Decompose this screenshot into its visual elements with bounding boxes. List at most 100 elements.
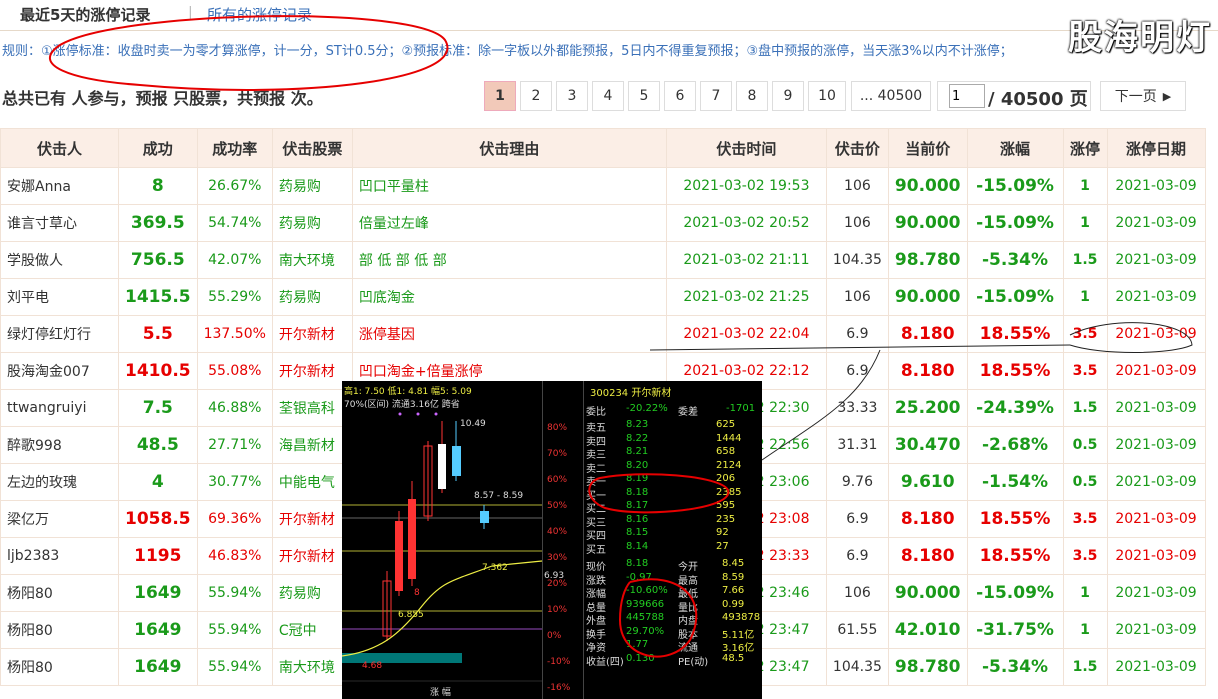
rules-text: 规则：①涨停标准：收盘时卖一为零才算涨停，计一分，ST计0.5分；②预报标准：除… — [2, 44, 1013, 59]
tab-recent-limit-up[interactable]: 最近5天的涨停记录 — [20, 4, 150, 25]
cell-stock[interactable]: 药易购 — [271, 167, 353, 205]
kline-label-bottom: 4.68 — [362, 661, 383, 671]
cell-user[interactable]: 杨阳80 — [0, 648, 119, 686]
page-total: / 40500 页 — [988, 89, 1088, 110]
stat-row: 涨跌 -0.97 最高 8.59 — [586, 572, 758, 587]
cell-stock[interactable]: 南大环境 — [271, 648, 353, 686]
col-time[interactable]: 伏击时间 — [665, 128, 827, 168]
page-button[interactable]: 5 — [628, 81, 660, 111]
cell-date: 2021-03-09 — [1106, 352, 1206, 390]
cell-stock[interactable]: 开尔新材 — [271, 500, 353, 538]
cell-change: 18.55% — [966, 500, 1064, 538]
cell-date: 2021-03-09 — [1106, 537, 1206, 575]
cell-user[interactable]: ttwangruiyi — [0, 389, 119, 427]
page-button[interactable]: 6 — [664, 81, 696, 111]
col-limit[interactable]: 涨停 — [1062, 128, 1108, 168]
order-cell: 买五 — [586, 544, 606, 556]
cell-user[interactable]: 杨阳80 — [0, 611, 119, 649]
col-price[interactable]: 伏击价 — [825, 128, 889, 168]
percent-tick: 70% — [547, 449, 568, 459]
col-rate[interactable]: 成功率 — [196, 128, 273, 168]
col-reason[interactable]: 伏击理由 — [351, 128, 667, 168]
col-date[interactable]: 涨停日期 — [1106, 128, 1206, 168]
cell-stock[interactable]: C冠中 — [271, 611, 353, 649]
cell-change: 18.55% — [966, 352, 1064, 390]
page-button[interactable]: 8 — [736, 81, 768, 111]
tab-all-limit-up[interactable]: 所有的涨停记录 — [207, 4, 312, 25]
cell-stock[interactable]: 南大环境 — [271, 241, 353, 279]
page-number-input[interactable] — [949, 84, 985, 108]
table-row: 谁言寸草心 369.5 54.74% 药易购 倍量过左峰 2021-03-02 20:52… — [0, 204, 1206, 242]
stat-row: 换手 29.70% 股本 5.11亿 — [586, 626, 758, 641]
cell-stock[interactable]: 海昌新材 — [271, 426, 353, 464]
cell-stock[interactable]: 开尔新材 — [271, 352, 353, 390]
cell-date: 2021-03-09 — [1106, 426, 1206, 464]
cell-reason: 涨停基因 — [351, 315, 667, 353]
cell-user[interactable]: ljb2383 — [0, 537, 119, 575]
cell-stock[interactable]: 中能电气 — [271, 463, 353, 501]
cell-user[interactable]: 醉歌998 — [0, 426, 119, 464]
page-button-last[interactable]: ... 40500 — [851, 81, 931, 111]
cell-date: 2021-03-09 — [1106, 611, 1206, 649]
cell-user[interactable]: 梁亿万 — [0, 500, 119, 538]
cell-price: 33.33 — [825, 389, 889, 427]
kline-label-b: 8 — [414, 588, 420, 598]
col-current[interactable]: 当前价 — [887, 128, 968, 168]
col-user[interactable]: 伏击人 — [0, 128, 119, 168]
kline-label-ma: 7.362 — [482, 563, 508, 573]
cell-user[interactable]: 绿灯停红灯行 — [0, 315, 119, 353]
page-button[interactable]: 9 — [772, 81, 804, 111]
summary-text: 总共已有 人参与，预报 只股票，共预报 次。 — [2, 89, 323, 108]
cell-user[interactable]: 学股做人 — [0, 241, 119, 279]
cell-success: 8 — [118, 167, 198, 205]
cell-user[interactable]: 杨阳80 — [0, 574, 119, 612]
table-row: 刘平电 1415.5 55.29% 药易购 凹底淘金 2021-03-02 21:25 10… — [0, 278, 1206, 316]
cell-user[interactable]: 股海淘金007 — [0, 352, 119, 390]
cell-stock[interactable]: 开尔新材 — [271, 315, 353, 353]
cell-change: -5.34% — [966, 648, 1064, 686]
cell-limit: 3.5 — [1062, 500, 1108, 538]
col-change[interactable]: 涨幅 — [966, 128, 1064, 168]
cell-price: 106 — [825, 204, 889, 242]
order-cell: 27 — [716, 540, 729, 552]
cell-stock[interactable]: 荃银高科 — [271, 389, 353, 427]
cell-stock[interactable]: 药易购 — [271, 278, 353, 316]
col-stock[interactable]: 伏击股票 — [271, 128, 353, 168]
cell-date: 2021-03-09 — [1106, 648, 1206, 686]
page-button[interactable]: 4 — [592, 81, 624, 111]
cell-change: -15.09% — [966, 204, 1064, 242]
cell-rate: 27.71% — [196, 426, 273, 464]
cell-price: 9.76 — [825, 463, 889, 501]
stat-row: 净资 1.77 流通 3.16亿 — [586, 639, 758, 654]
page-button[interactable]: 1 — [484, 81, 516, 111]
page-button[interactable]: 2 — [520, 81, 552, 111]
cell-user[interactable]: 谁言寸草心 — [0, 204, 119, 242]
cell-user[interactable]: 安娜Anna — [0, 167, 119, 205]
cell-rate: 55.94% — [196, 611, 273, 649]
cell-user[interactable]: 左边的玫瑰 — [0, 463, 119, 501]
next-page-button[interactable]: 下一页 ▶ — [1100, 81, 1186, 111]
order-cell: 2124 — [716, 459, 742, 471]
stat-row: 外盘 445788 内盘 493878 — [586, 612, 760, 627]
stat-cell: 939666 — [626, 598, 665, 610]
cell-rate: 26.67% — [196, 167, 273, 205]
order-cell: 8.18 — [626, 486, 649, 498]
cell-current: 90.000 — [887, 167, 968, 205]
cell-success: 1410.5 — [118, 352, 198, 390]
cell-rate: 46.83% — [196, 537, 273, 575]
cell-stock[interactable]: 开尔新材 — [271, 537, 353, 575]
cell-rate: 54.74% — [196, 204, 273, 242]
cell-time: 2021-03-02 22:04 — [665, 315, 827, 353]
cell-stock[interactable]: 药易购 — [271, 204, 353, 242]
cell-price: 61.55 — [825, 611, 889, 649]
order-row: 买四 8.15 92 — [586, 527, 758, 542]
page-button[interactable]: 10 — [808, 81, 846, 111]
cell-stock[interactable]: 药易购 — [271, 574, 353, 612]
col-success[interactable]: 成功 — [118, 128, 198, 168]
cell-current: 8.180 — [887, 352, 968, 390]
page-button[interactable]: 7 — [700, 81, 732, 111]
page-button[interactable]: 3 — [556, 81, 588, 111]
order-row: 买二 8.17 595 — [586, 500, 758, 515]
cell-user[interactable]: 刘平电 — [0, 278, 119, 316]
table-row: 学股做人 756.5 42.07% 南大环境部 低 部 低 部 2021-03-02 2… — [0, 241, 1206, 279]
